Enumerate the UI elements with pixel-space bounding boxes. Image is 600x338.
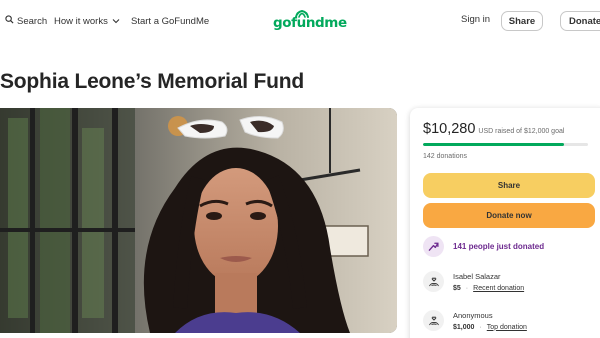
how-it-works-label: How it works [54, 15, 108, 27]
top-nav: Search How it works Start a GoFundMe gof… [0, 0, 600, 44]
recent-donation-link[interactable]: Recent donation [473, 285, 524, 292]
header-donate-button[interactable]: Donate [560, 11, 600, 31]
donation-count: 142 donations [423, 153, 467, 160]
campaign-title: Sophia Leone’s Memorial Fund [0, 70, 304, 93]
search-link[interactable]: Search [5, 14, 47, 28]
share-button[interactable]: Share [423, 173, 595, 198]
separator-dot: · [479, 323, 482, 331]
donor-details: $5 · Recent donation [453, 285, 524, 292]
raised-summary: $10,280 USD raised of $12,000 goal [423, 121, 564, 137]
donor-row: Isabel Salazar $5 · Recent donation [423, 271, 524, 292]
separator-dot: · [465, 284, 469, 292]
how-it-works-menu[interactable]: How it works [54, 14, 120, 28]
chevron-down-icon [112, 16, 120, 27]
donor-details: $1,000 · Top donation [453, 324, 527, 331]
top-donation-link[interactable]: Top donation [487, 324, 527, 331]
start-gofundme-link[interactable]: Start a GoFundMe [131, 14, 209, 28]
donate-now-button[interactable]: Donate now [423, 203, 595, 228]
progress-fill [423, 143, 565, 146]
donor-info: Anonymous $1,000 · Top donation [453, 311, 527, 331]
progress-bar [423, 143, 588, 146]
donor-row: Anonymous $1,000 · Top donation [423, 310, 527, 331]
raised-goal-label: USD raised of $12,000 goal [478, 128, 565, 135]
sign-in-link[interactable]: Sign in [461, 14, 490, 25]
donor-info: Isabel Salazar $5 · Recent donation [453, 272, 524, 292]
donation-card: $10,280 USD raised of $12,000 goal 142 d… [410, 108, 600, 338]
start-gofundme-label: Start a GoFundMe [131, 15, 210, 27]
logo-text: gofundme [273, 15, 347, 31]
recent-activity[interactable]: 141 people just donated [423, 236, 544, 257]
activity-text: 141 people just donated [453, 242, 545, 251]
gofundme-logo[interactable]: gofundme [273, 10, 347, 33]
raised-amount: $10,280 [423, 121, 476, 137]
trend-up-icon [423, 236, 444, 257]
donation-hands-icon [423, 271, 444, 292]
donor-amount: $1,000 [453, 323, 475, 331]
search-icon [5, 15, 14, 27]
search-label: Search [17, 15, 48, 27]
donor-name: Isabel Salazar [453, 271, 501, 281]
donation-hands-icon [423, 310, 444, 331]
donor-amount: $5 [453, 284, 461, 292]
header-share-button[interactable]: Share [501, 11, 543, 31]
donor-name: Anonymous [453, 310, 493, 320]
campaign-photo [0, 108, 397, 333]
